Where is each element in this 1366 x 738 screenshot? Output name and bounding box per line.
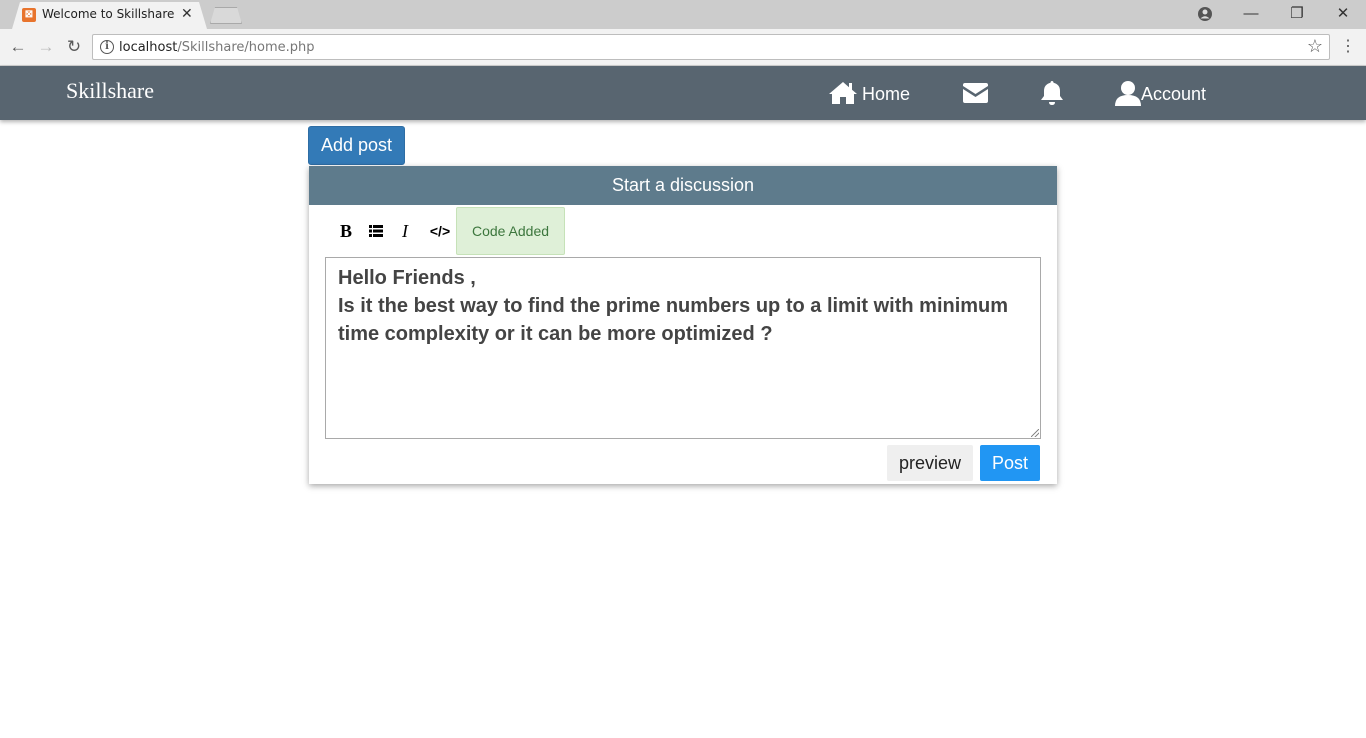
user-icon: [1115, 81, 1141, 106]
url-host: localhost: [119, 40, 178, 55]
url-text: localhost/Skillshare/home.php: [119, 40, 315, 55]
nav-home-label: Home: [862, 84, 911, 104]
close-tab-icon[interactable]: ✕: [181, 5, 193, 22]
preview-button[interactable]: preview: [887, 445, 973, 481]
nav-notifications[interactable]: [1040, 66, 1064, 120]
browser-toolbar: ← → ↻ i localhost/Skillshare/home.php ☆ …: [0, 29, 1366, 66]
url-path: /Skillshare/home.php: [177, 40, 315, 55]
nav-home[interactable]: Home: [828, 66, 910, 120]
discussion-card: Start a discussion B I </> Code Added He…: [309, 166, 1057, 484]
profile-icon[interactable]: [1190, 3, 1220, 25]
editor-line: Is it the best way to find the prime num…: [338, 295, 1009, 345]
editor-line: Hello Friends ,: [338, 267, 476, 289]
new-tab-button[interactable]: [210, 7, 242, 24]
tab-title: Welcome to Skillshare | B: [42, 7, 174, 21]
home-icon: [829, 82, 857, 104]
post-editor-textarea[interactable]: Hello Friends , Is it the best way to fi…: [325, 257, 1041, 439]
nav-account-label: Account: [1141, 84, 1207, 104]
minimize-window-button[interactable]: —: [1236, 3, 1266, 25]
nav-account[interactable]: Account: [1115, 66, 1206, 120]
site-favicon-icon: ⊠: [22, 8, 36, 22]
close-window-button[interactable]: ✕: [1328, 3, 1358, 25]
add-post-button[interactable]: Add post: [308, 126, 405, 165]
list-icon: [369, 225, 383, 237]
brand-logo[interactable]: Skillshare: [66, 78, 154, 104]
envelope-icon: [963, 83, 988, 103]
italic-button[interactable]: I: [392, 218, 418, 244]
app-navbar: Skillshare Home Account: [0, 66, 1366, 120]
list-button[interactable]: [363, 218, 389, 244]
discussion-header: Start a discussion: [309, 166, 1057, 205]
browser-menu-icon[interactable]: ⋮: [1340, 36, 1356, 58]
resize-handle[interactable]: [1031, 429, 1039, 437]
code-added-status: Code Added: [456, 207, 565, 255]
browser-tab-bar: ⊠ Welcome to Skillshare | B ✕ — ❐ ✕: [0, 0, 1366, 29]
bold-button[interactable]: B: [333, 218, 359, 244]
restore-window-button[interactable]: ❐: [1282, 3, 1312, 25]
bookmark-star-icon[interactable]: ☆: [1307, 36, 1323, 57]
back-arrow-icon[interactable]: ←: [7, 36, 29, 58]
nav-messages[interactable]: [962, 66, 989, 120]
code-button[interactable]: </>: [425, 218, 455, 244]
site-info-icon[interactable]: i: [100, 40, 114, 54]
address-bar[interactable]: i localhost/Skillshare/home.php ☆: [92, 34, 1330, 60]
bell-icon: [1041, 81, 1063, 105]
reload-icon[interactable]: ↻: [63, 36, 85, 58]
post-button[interactable]: Post: [980, 445, 1040, 481]
forward-arrow-icon[interactable]: →: [35, 36, 57, 58]
